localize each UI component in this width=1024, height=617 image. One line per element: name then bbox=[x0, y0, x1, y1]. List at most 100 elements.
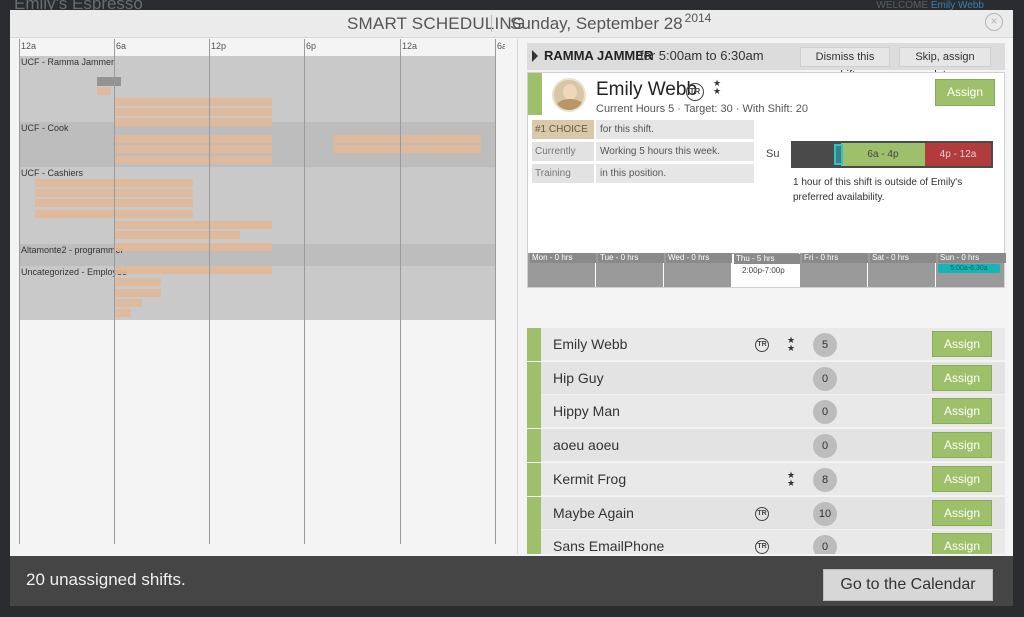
shift-block[interactable] bbox=[115, 156, 272, 164]
training-badge-icon: TR bbox=[755, 338, 769, 352]
hours-badge: 0 bbox=[813, 535, 837, 554]
timeline-chart: 12a 6a 12p 6p 12a 6a UCF - Ramma Jammer … bbox=[19, 39, 505, 544]
info-key: #1 CHOICE bbox=[532, 120, 594, 139]
row-accent-strip bbox=[527, 462, 541, 496]
info-value: for this shift. bbox=[596, 120, 754, 139]
employee-detail-card: Emily Webb TR ★ ★ Current Hours 5 · Targe… bbox=[527, 72, 1006, 288]
group-label: Uncategorized - Employee bbox=[21, 267, 128, 277]
selected-shift-block[interactable] bbox=[97, 77, 121, 86]
shift-block[interactable] bbox=[115, 118, 272, 126]
assign-button[interactable]: Assign bbox=[932, 465, 992, 492]
week-day-thu: Thu - 5 hrs 2:00p-7:00p bbox=[732, 253, 801, 287]
skip-assign-later-button[interactable]: Skip, assign later bbox=[899, 47, 991, 81]
info-value: in this position. bbox=[596, 164, 754, 183]
list-item[interactable]: Hippy Man 0 Assign bbox=[527, 395, 1005, 429]
info-row: Training in this position. bbox=[532, 164, 754, 183]
modal-header: SMART SCHEDULING Sunday, September 28 201… bbox=[10, 10, 1013, 38]
info-value: Working 5 hours this week. bbox=[596, 142, 754, 161]
shift-block[interactable] bbox=[97, 87, 111, 95]
shift-block[interactable] bbox=[115, 299, 142, 307]
row-accent-strip bbox=[527, 530, 541, 554]
preferred-availability-segment: 6a - 4p bbox=[841, 143, 925, 166]
candidate-name: aoeu aoeu bbox=[553, 437, 620, 454]
assign-button[interactable]: Assign bbox=[932, 533, 992, 554]
dismiss-shift-button[interactable]: Dismiss this shift bbox=[800, 47, 890, 81]
info-row: #1 CHOICE for this shift. bbox=[532, 120, 754, 139]
assign-employee-button[interactable]: Assign bbox=[935, 79, 995, 106]
smart-scheduling-modal: SMART SCHEDULING Sunday, September 28 201… bbox=[10, 10, 1013, 606]
shift-block[interactable] bbox=[115, 243, 272, 251]
group-label: Altamonte2 - programmer bbox=[21, 245, 124, 255]
candidate-name: Hippy Man bbox=[553, 403, 620, 420]
candidate-name: Maybe Again bbox=[553, 504, 634, 521]
shift-block[interactable] bbox=[333, 135, 481, 143]
header-divider bbox=[491, 15, 492, 32]
week-shift-time: 2:00p-7:00p bbox=[742, 266, 785, 275]
tick-label: 12a bbox=[402, 41, 418, 51]
shift-block[interactable] bbox=[115, 221, 272, 229]
priority-star-icon: ★ ★ bbox=[786, 335, 796, 353]
close-icon[interactable]: × bbox=[985, 13, 1003, 31]
shift-block[interactable] bbox=[115, 266, 272, 274]
current-shift-chip: 5:00a-6:30a bbox=[938, 264, 1000, 273]
list-item[interactable]: Kermit Frog ★ ★ 8 Assign bbox=[527, 462, 1005, 496]
group-employee: Uncategorized - Employee bbox=[19, 266, 495, 320]
week-day-sat: Sat - 0 hrs bbox=[868, 253, 937, 287]
panel-divider bbox=[517, 39, 518, 554]
employee-hours: Current Hours 5 · Target: 30 · With Shif… bbox=[596, 103, 808, 115]
shift-marker bbox=[834, 144, 843, 165]
list-item[interactable]: Sans EmailPhone TR 0 Assign bbox=[527, 530, 1005, 554]
group-label: UCF - Ramma Jammer bbox=[21, 57, 115, 67]
modal-title: SMART SCHEDULING bbox=[347, 14, 526, 33]
caret-right-icon[interactable] bbox=[532, 50, 538, 62]
current-shift-bar: RAMMA JAMMER for 5:00am to 6:30am Dismis… bbox=[527, 43, 1005, 81]
assign-button[interactable]: Assign bbox=[932, 432, 992, 459]
grid-line bbox=[19, 39, 20, 544]
priority-star-icon: ★ ★ bbox=[786, 469, 796, 488]
assign-button[interactable]: Assign bbox=[932, 364, 992, 391]
tick-label: 12a bbox=[21, 41, 37, 51]
assign-button[interactable]: Assign bbox=[932, 331, 992, 357]
assign-button[interactable]: Assign bbox=[932, 398, 992, 425]
assign-button[interactable]: Assign bbox=[932, 499, 992, 526]
hours-badge: 10 bbox=[813, 501, 837, 526]
info-row: Currently Working 5 hours this week. bbox=[532, 142, 754, 161]
list-item[interactable]: Maybe Again TR 10 Assign bbox=[527, 496, 1005, 530]
unavailable-segment: 4p - 12a bbox=[925, 143, 991, 166]
training-badge-icon: TR bbox=[755, 506, 769, 521]
shift-block[interactable] bbox=[115, 278, 161, 286]
go-to-calendar-button[interactable]: Go to the Calendar bbox=[823, 569, 993, 601]
shift-block[interactable] bbox=[115, 289, 161, 297]
footer-bar: 20 unassigned shifts. Go to the Calendar bbox=[10, 556, 1013, 606]
week-day-fri: Fri - 0 hrs bbox=[800, 253, 869, 287]
training-badge-icon: TR bbox=[755, 540, 769, 554]
shift-time-range: for 5:00am to 6:30am bbox=[640, 48, 764, 63]
shift-block[interactable] bbox=[333, 145, 481, 153]
group-label: UCF - Cashiers bbox=[21, 168, 84, 178]
hours-badge: 8 bbox=[813, 467, 837, 492]
shift-block[interactable] bbox=[115, 135, 272, 143]
employee-name: Emily Webb bbox=[596, 79, 698, 100]
row-accent-strip bbox=[527, 361, 541, 395]
tick-label: 6a bbox=[497, 41, 505, 51]
week-summary: Mon - 0 hrs Tue - 0 hrs Wed - 0 hrs Thu … bbox=[528, 253, 1006, 287]
row-accent-strip bbox=[527, 429, 541, 463]
list-item[interactable]: Hip Guy 0 Assign bbox=[527, 361, 1005, 395]
shift-block[interactable] bbox=[115, 231, 240, 239]
week-day-sun: Sun - 0 hrs 5:00a-6:30a bbox=[936, 253, 1006, 287]
candidate-list: Emily Webb TR ★ ★ 5 Assign Hip Guy 0 Assign Hippy… bbox=[527, 328, 1005, 554]
availability-day-label: Su bbox=[766, 148, 780, 160]
list-item[interactable]: aoeu aoeu 0 Assign bbox=[527, 429, 1005, 463]
unassigned-count: 20 unassigned shifts. bbox=[26, 570, 186, 589]
shift-block[interactable] bbox=[115, 309, 131, 317]
shift-block[interactable] bbox=[115, 98, 272, 106]
week-day-wed: Wed - 0 hrs bbox=[664, 253, 733, 287]
shift-block[interactable] bbox=[115, 108, 272, 116]
grid-line bbox=[209, 39, 210, 544]
list-item[interactable]: Emily Webb TR ★ ★ 5 Assign bbox=[527, 328, 1005, 361]
row-accent-strip bbox=[527, 395, 541, 429]
shift-block[interactable] bbox=[115, 145, 272, 153]
grid-line bbox=[114, 39, 115, 544]
card-accent-strip bbox=[528, 73, 542, 115]
week-day-tue: Tue - 0 hrs bbox=[596, 253, 665, 287]
